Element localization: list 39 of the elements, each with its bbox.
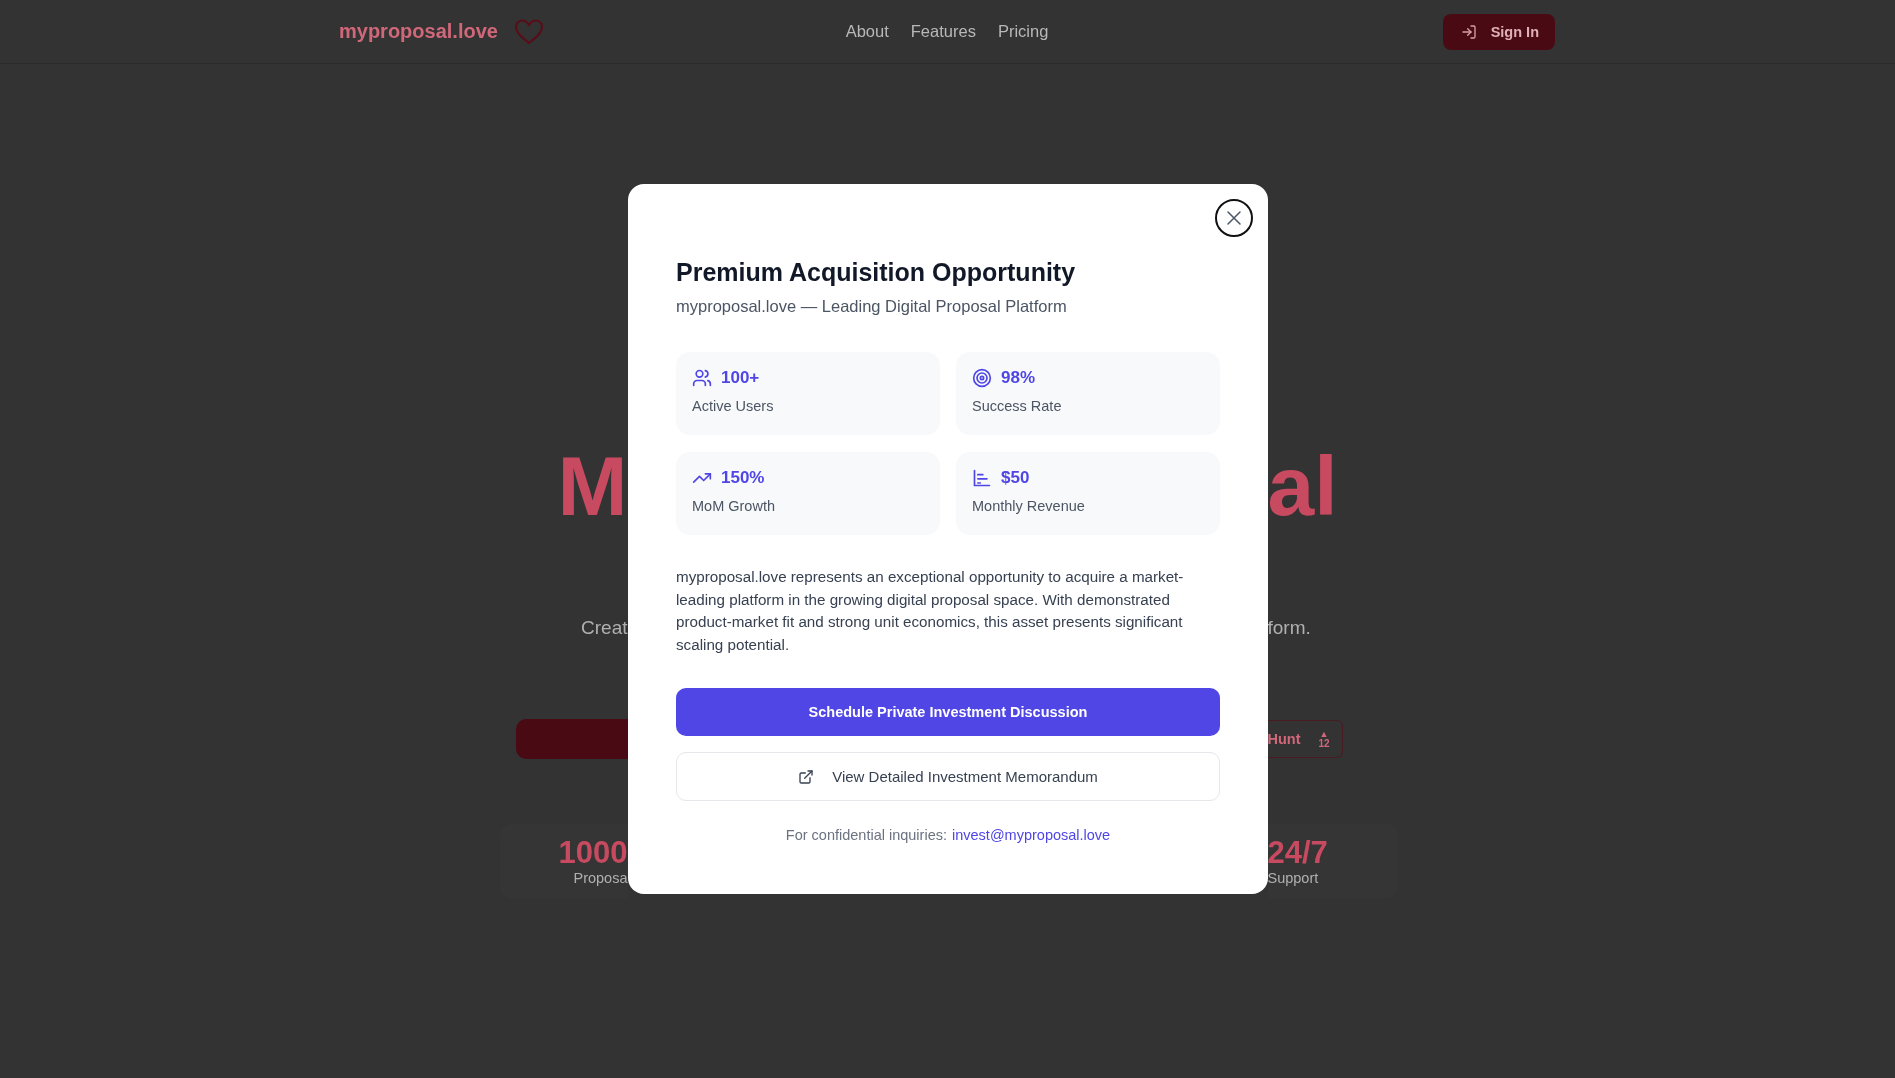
modal-subtitle: myproposal.love — Leading Digital Proposal Platform bbox=[676, 297, 1068, 316]
metric-label: Active Users bbox=[692, 398, 775, 414]
metric-label: Success Rate bbox=[972, 398, 1063, 414]
metric-label: MoM Growth bbox=[692, 498, 776, 514]
modal-title: Premium Acquisition Opportunity bbox=[676, 258, 1077, 287]
hero-heading: M bbox=[557, 444, 628, 528]
badge-label: Hunt bbox=[1267, 731, 1301, 747]
schedule-button[interactable]: Schedule Private Investment Discussion bbox=[676, 688, 1220, 736]
hero-heading: al bbox=[1267, 444, 1338, 528]
email-link[interactable]: invest@myproposal.love bbox=[952, 827, 1111, 843]
upvote-icon: ▲ bbox=[1319, 729, 1329, 739]
close-icon bbox=[1226, 210, 1242, 226]
nav-link[interactable]: Pricing bbox=[997, 22, 1049, 41]
stat-value: 24/7 bbox=[1267, 835, 1328, 871]
nav-link[interactable]: Features bbox=[910, 22, 976, 41]
stat-value: 1000 bbox=[558, 835, 628, 871]
logo-text[interactable]: myproposal.love bbox=[339, 20, 498, 43]
stat-label: Proposa bbox=[573, 870, 628, 887]
bar-chart-icon bbox=[972, 468, 992, 488]
users-icon bbox=[692, 368, 712, 388]
hero-subtitle: form. bbox=[1267, 617, 1311, 639]
metric-value: 100+ bbox=[721, 368, 760, 388]
footer-text: For confidential inquiries: bbox=[785, 827, 947, 843]
description-text: myproposal.love represents an exceptional opportunity to acquire a market-leading platform in the growing digital proposal space. With demonstrated product-market fit and strong unit economics, this asset presents significant scaling potential. bbox=[676, 567, 1185, 655]
hero-subtitle: Creat bbox=[581, 617, 628, 639]
vote-count: 12 bbox=[1318, 738, 1330, 749]
metric-value: 150% bbox=[721, 468, 765, 488]
metric-label: Monthly Revenue bbox=[972, 498, 1086, 514]
sign-in-icon bbox=[1460, 23, 1477, 40]
metric-value: 98% bbox=[1001, 368, 1036, 388]
sign-in-button[interactable]: Sign In bbox=[1442, 13, 1555, 50]
stat-label: Support bbox=[1267, 870, 1319, 887]
close-button[interactable] bbox=[1215, 199, 1253, 237]
metric-value: $50 bbox=[1001, 468, 1030, 488]
nav-link[interactable]: About bbox=[845, 22, 889, 41]
memorandum-button[interactable]: View Detailed Investment Memorandum bbox=[676, 752, 1220, 801]
target-icon bbox=[972, 368, 992, 388]
external-link-icon bbox=[798, 768, 815, 785]
heart-icon bbox=[513, 18, 544, 45]
